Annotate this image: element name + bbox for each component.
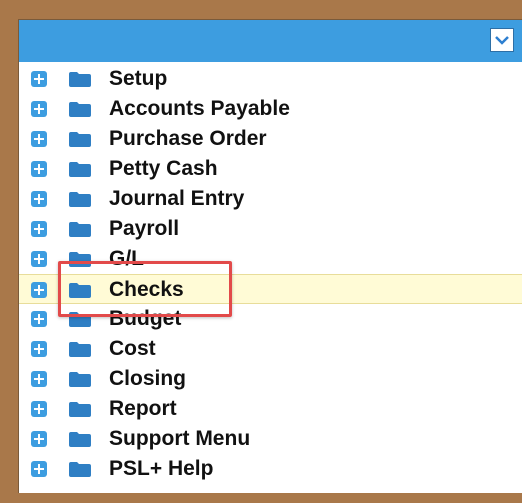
folder-icon — [69, 432, 91, 447]
tree-item-label: PSL+ Help — [109, 457, 214, 480]
expand-plus-icon[interactable] — [31, 311, 47, 327]
expand-plus-icon[interactable] — [31, 131, 47, 147]
tree-item-label: Petty Cash — [109, 157, 218, 180]
tree-item-label: Accounts Payable — [109, 97, 290, 120]
tree-item-petty-cash[interactable]: Petty Cash — [19, 154, 522, 184]
tree-item-journal-entry[interactable]: Journal Entry — [19, 184, 522, 214]
folder-icon — [69, 462, 91, 477]
expand-plus-icon[interactable] — [31, 251, 47, 267]
tree-item-label: Setup — [109, 67, 168, 90]
tree-item-label: G/L — [109, 247, 144, 270]
tree-item-label: Support Menu — [109, 427, 251, 450]
expand-plus-icon[interactable] — [31, 71, 47, 87]
tree-item-support-menu[interactable]: Support Menu — [19, 424, 522, 454]
tree-item-setup[interactable]: Setup — [19, 64, 522, 94]
folder-icon — [69, 72, 91, 87]
expand-plus-icon[interactable] — [31, 161, 47, 177]
folder-icon — [69, 312, 91, 327]
tree-item-label: Purchase Order — [109, 127, 267, 150]
tree-item-gl[interactable]: G/L — [19, 244, 522, 274]
folder-icon — [69, 102, 91, 117]
folder-icon — [69, 162, 91, 177]
folder-icon — [69, 372, 91, 387]
dropdown-button[interactable] — [490, 28, 514, 52]
expand-plus-icon[interactable] — [31, 431, 47, 447]
tree-item-purchase-order[interactable]: Purchase Order — [19, 124, 522, 154]
tree-item-budget[interactable]: Budget — [19, 304, 522, 334]
menu-header-bar — [19, 20, 522, 62]
tree-item-label: Report — [109, 397, 177, 420]
chevron-down-icon — [495, 36, 509, 45]
expand-plus-icon[interactable] — [31, 371, 47, 387]
tree-item-closing[interactable]: Closing — [19, 364, 522, 394]
expand-plus-icon[interactable] — [31, 282, 47, 298]
tree-item-cost[interactable]: Cost — [19, 334, 522, 364]
expand-plus-icon[interactable] — [31, 101, 47, 117]
folder-icon — [69, 342, 91, 357]
tree-item-label: Payroll — [109, 217, 180, 240]
expand-plus-icon[interactable] — [31, 221, 47, 237]
tree-item-psl-help[interactable]: PSL+ Help — [19, 454, 522, 484]
tree-item-label: Checks — [109, 278, 184, 301]
expand-plus-icon[interactable] — [31, 461, 47, 477]
window-frame: Setup Accounts Payable Purchase Order Pe… — [0, 0, 522, 503]
expand-plus-icon[interactable] — [31, 341, 47, 357]
tree-item-label: Cost — [109, 337, 156, 360]
folder-icon — [69, 283, 91, 298]
folder-icon — [69, 222, 91, 237]
tree-item-accounts-payable[interactable]: Accounts Payable — [19, 94, 522, 124]
menu-tree: Setup Accounts Payable Purchase Order Pe… — [19, 64, 522, 484]
tree-item-label: Budget — [109, 307, 182, 330]
tree-item-payroll[interactable]: Payroll — [19, 214, 522, 244]
tree-item-report[interactable]: Report — [19, 394, 522, 424]
expand-plus-icon[interactable] — [31, 191, 47, 207]
expand-plus-icon[interactable] — [31, 401, 47, 417]
folder-icon — [69, 252, 91, 267]
folder-icon — [69, 192, 91, 207]
tree-item-label: Journal Entry — [109, 187, 245, 210]
menu-panel: Setup Accounts Payable Purchase Order Pe… — [18, 19, 522, 493]
folder-icon — [69, 132, 91, 147]
folder-icon — [69, 402, 91, 417]
tree-item-checks[interactable]: Checks — [19, 274, 522, 304]
tree-item-label: Closing — [109, 367, 186, 390]
